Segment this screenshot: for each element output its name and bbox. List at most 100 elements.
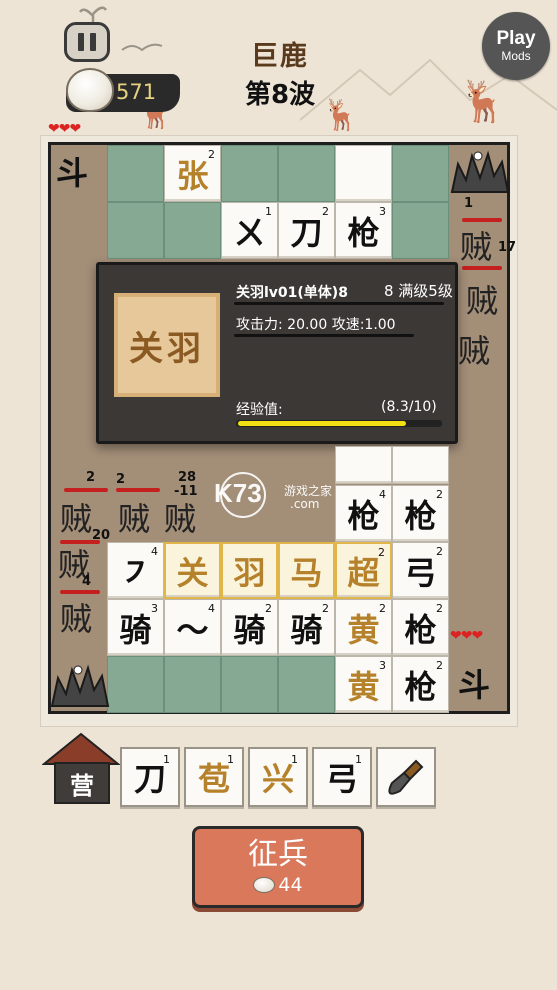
shop-unit-level: 1 [355,753,362,766]
unit-tile[interactable]: 〜 4 [164,599,221,656]
coin-icon [253,877,276,893]
grass-cell[interactable] [221,145,278,202]
shop-slot[interactable]: 苞 1 [184,747,244,807]
unit-tile[interactable]: 黄 2 [335,599,392,656]
unit-level: 4 [208,602,215,615]
damage-number: 17 [498,240,517,255]
shop-unit-level: 1 [291,753,298,766]
watermark-domain: .com [290,497,320,511]
enemy-bandit: 贼 [60,500,93,538]
bush-icon [50,664,110,707]
enemy-hp-bar [116,488,160,492]
unit-tile[interactable]: 枪 2 [392,656,449,713]
unit-char: 羽 [233,553,266,592]
unit-char: ㄨ [233,213,266,252]
shovel-icon [388,759,424,795]
unit-char: 骑 [290,610,323,649]
grass-cell[interactable] [164,656,221,713]
shop-slot[interactable]: 刀 1 [120,747,180,807]
coin-icon [66,68,114,112]
enemy-bandit: 贼 [60,600,93,638]
shop-unit-char: 兴 [261,760,294,798]
enemy-hp-bar [64,488,108,492]
unit-name: 关羽lv01(单体)8 [236,285,348,301]
unit-level: 1 [265,205,272,218]
exp-bar-fill [238,421,406,426]
unit-char: 骑 [119,610,152,649]
grass-cell[interactable] [107,202,164,259]
unit-level: 2 [379,602,386,615]
unit-level: 3 [379,205,386,218]
unit-char: 弓 [404,553,437,592]
unit-char: 枪 [347,213,380,252]
unit-level: 3 [379,659,386,672]
unit-level: 4 [379,488,386,501]
enemy-bandit: 贼 [118,500,151,538]
unit-level: 2 [378,546,385,559]
damage-number: 28 [178,470,197,485]
divider-stroke [234,334,414,337]
enemy-hp-bar [462,266,502,270]
unit-tile[interactable]: 弓 2 [392,542,449,599]
coin-count: 571 [116,80,157,104]
grass-cell[interactable] [221,656,278,713]
grass-cell[interactable] [107,656,164,713]
unit-level: 2 [436,659,443,672]
pause-bar-left [78,33,84,51]
unit-level: 2 [322,205,329,218]
unit-level: 2 [208,148,215,161]
shop-slot[interactable]: 兴 1 [248,747,308,807]
selected-unit-tile[interactable]: 羽 [221,542,278,599]
unit-level: 2 [436,488,443,501]
shop-slot[interactable]: 弓 1 [312,747,372,807]
unit-tile[interactable]: 枪 2 [392,485,449,542]
unit-tile[interactable]: 骑 3 [107,599,164,656]
unit-tile[interactable]: 枪 2 [392,599,449,656]
unit-tile[interactable]: 黄 3 [335,656,392,713]
unit-tile[interactable]: 超 2 [335,542,392,599]
unit-level: 2 [436,602,443,615]
unit-tile[interactable]: 枪 3 [335,202,392,259]
empty-tile[interactable] [335,145,392,202]
unit-tile[interactable]: 骑 2 [278,599,335,656]
unit-tile[interactable]: ㇇ 4 [107,542,164,599]
grass-cell[interactable] [107,145,164,202]
unit-char: 刀 [290,213,323,252]
unit-tile[interactable]: 骑 2 [221,599,278,656]
grass-cell[interactable] [392,202,449,259]
grass-cell[interactable] [392,145,449,202]
unit-tile[interactable]: 枪 4 [335,485,392,542]
enemy-bandit: 贼 [164,500,197,538]
grass-cell[interactable] [278,145,335,202]
enemy-bandit: 贼 [466,282,499,320]
camp-button[interactable]: 营 [54,762,110,804]
unit-char: 枪 [404,610,437,649]
play-mods-button[interactable]: Play Mods [482,12,550,80]
unit-stats: 攻击力: 20.00 攻速:1.00 [236,317,396,333]
unit-char: 〜 [176,610,209,649]
unit-tile[interactable]: ㄨ 1 [221,202,278,259]
empty-tile[interactable] [392,446,449,484]
watermark-logo: K73 [214,478,262,508]
shovel-button[interactable] [376,747,436,807]
unit-level: 2 [322,602,329,615]
deer-icon: 🦌 [458,79,508,125]
unit-tile[interactable]: 张 2 [164,145,221,202]
empty-tile[interactable] [335,446,392,484]
unit-tile[interactable]: 马 [278,542,335,599]
unit-char: 黄 [347,610,380,649]
unit-level-info: 8 满级5级 [384,282,453,300]
enemy-bandit: 贼 [460,228,493,266]
recruit-button[interactable]: 征兵 44 [192,826,364,908]
pause-button[interactable] [64,22,110,62]
unit-tile[interactable]: 刀 2 [278,202,335,259]
enemy-bandit: 贼 [458,332,491,370]
grass-cell[interactable] [164,202,221,259]
grass-cell[interactable] [278,656,335,713]
exp-value: (8.3/10) [381,399,437,415]
damage-number: 1 [464,196,474,211]
damage-number: 2 [116,472,126,487]
selected-unit-tile[interactable]: 关 [164,542,221,599]
bird-icon [121,43,163,52]
wave-label: 第8波 [244,80,316,110]
